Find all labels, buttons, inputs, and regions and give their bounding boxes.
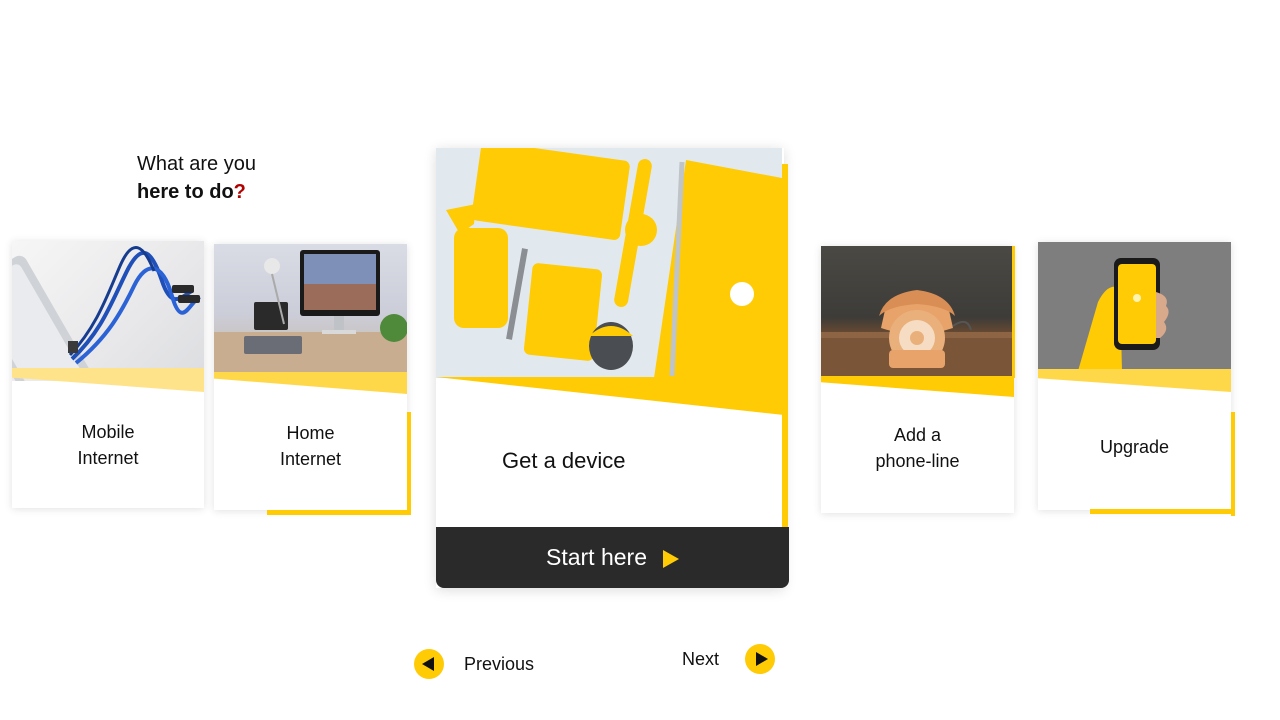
card-upgrade[interactable]: Upgrade — [1038, 242, 1235, 516]
home-desk-photo — [214, 244, 407, 372]
card-label-line1: Add a — [893, 425, 942, 445]
card-yellow-band — [821, 376, 1014, 397]
yellow-devices-photo — [436, 148, 782, 378]
card-accent-right — [1012, 246, 1015, 378]
card-label-line2: phone-line — [875, 451, 960, 471]
start-here-label: Start here — [546, 544, 647, 570]
play-arrow-icon — [663, 549, 679, 568]
card-accent-bottom — [267, 510, 411, 515]
headline-line1: What are you — [137, 153, 256, 175]
previous-button[interactable]: Previous — [414, 649, 534, 679]
card-label-line2: Internet — [279, 449, 342, 469]
headline-question-mark: ? — [233, 181, 246, 203]
card-get-a-device[interactable]: Get a device Start here — [436, 148, 789, 588]
card-label: Home Internet — [214, 420, 407, 472]
start-here-button[interactable]: Start here — [436, 527, 789, 588]
headline-bold-text: here to do — [137, 181, 234, 203]
next-label: Next — [682, 648, 720, 669]
card-home-internet[interactable]: Home Internet — [214, 244, 411, 515]
arrow-left-icon — [414, 649, 444, 679]
card-accent-right — [782, 164, 788, 529]
card-yellow-band — [214, 372, 407, 394]
card-label: Upgrade — [1099, 437, 1170, 457]
power-bank-photo — [12, 241, 204, 381]
card-label: Get a device — [502, 448, 626, 473]
card-label-line1: Mobile — [81, 422, 135, 442]
card-label: Mobile Internet — [12, 419, 204, 471]
headline-line2: here to do? — [137, 178, 256, 206]
card-yellow-band — [436, 377, 784, 415]
card-add-a-phone-line[interactable]: Add a phone-line — [821, 246, 1015, 513]
card-label-line2: Internet — [77, 448, 139, 468]
card-yellow-band — [1038, 369, 1231, 392]
card-mobile-internet[interactable]: Mobile Internet — [12, 241, 204, 508]
card-accent-right — [1231, 412, 1235, 516]
hand-with-phone-photo — [1038, 242, 1231, 371]
card-accent-right — [407, 412, 411, 515]
card-label: Add a phone-line — [821, 422, 1014, 474]
previous-label: Previous — [464, 653, 535, 674]
rotary-phone-photo — [821, 246, 1012, 376]
arrow-right-icon — [745, 644, 776, 674]
card-label-line1: Home — [286, 423, 335, 443]
page-headline: What are you here to do? — [137, 150, 256, 206]
card-accent-bottom — [1090, 509, 1235, 514]
next-button[interactable]: Next — [682, 644, 776, 674]
